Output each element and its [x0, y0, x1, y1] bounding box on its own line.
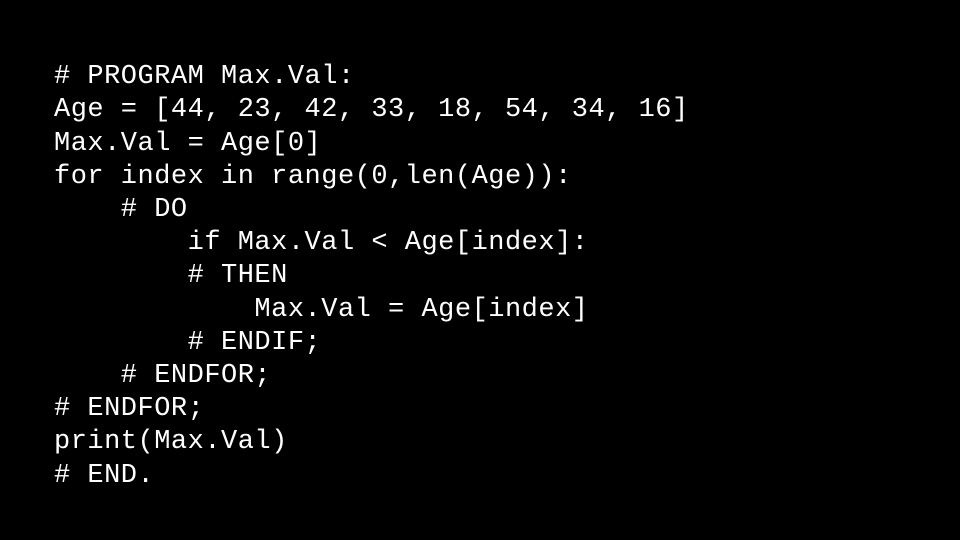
code-line: # ENDFOR;: [54, 361, 271, 391]
code-line: if Max.Val < Age[index]:: [54, 228, 588, 258]
code-line: # END.: [54, 461, 154, 491]
code-line: for index in range(0,len(Age)):: [54, 162, 572, 192]
code-line: print(Max.Val): [54, 427, 288, 457]
code-line: # THEN: [54, 261, 288, 291]
code-line: Max.Val = Age[index]: [54, 295, 588, 325]
code-line: Max.Val = Age[0]: [54, 129, 321, 159]
code-line: # ENDFOR;: [54, 394, 204, 424]
code-line: # ENDIF;: [54, 328, 321, 358]
code-line: # PROGRAM Max.Val:: [54, 62, 355, 92]
code-line: # DO: [54, 195, 188, 225]
code-slide: # PROGRAM Max.Val: Age = [44, 23, 42, 33…: [0, 0, 960, 493]
code-line: Age = [44, 23, 42, 33, 18, 54, 34, 16]: [54, 95, 689, 125]
